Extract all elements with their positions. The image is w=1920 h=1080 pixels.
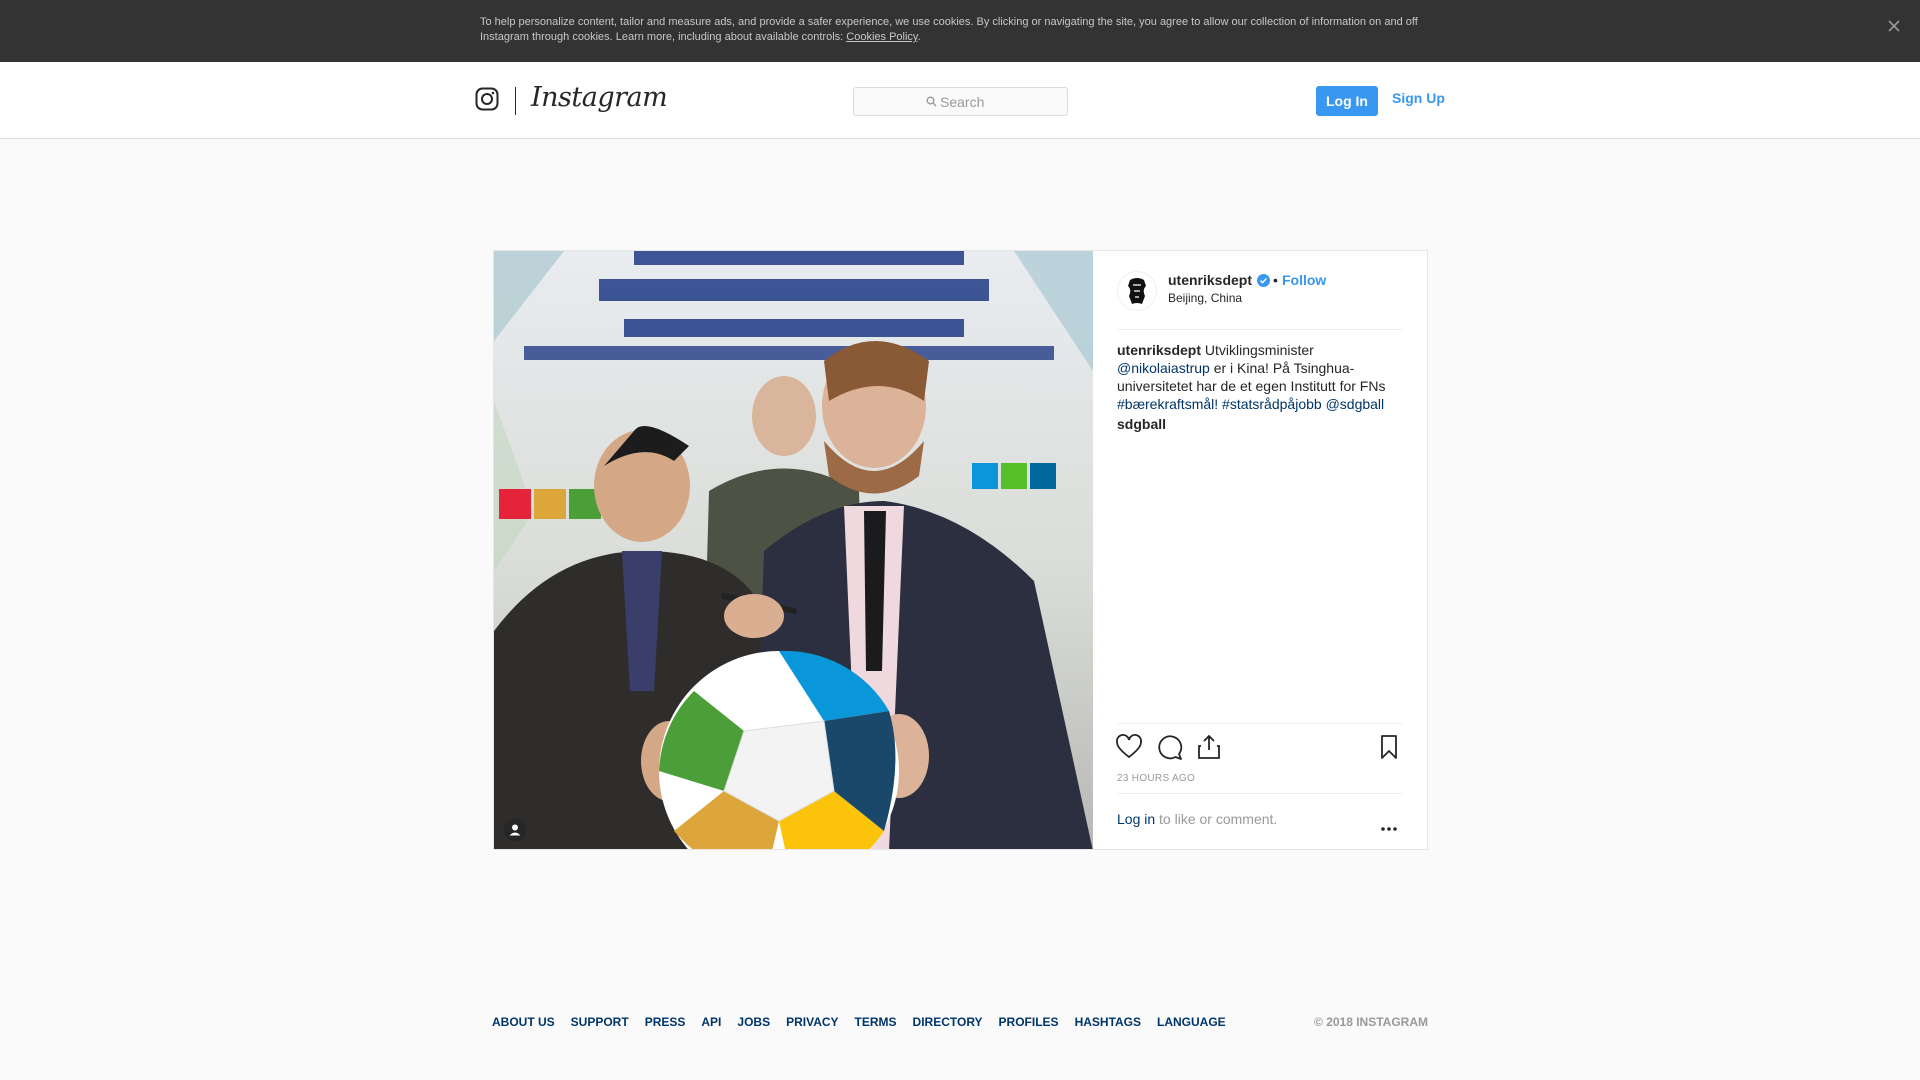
post-username[interactable]: utenriksdept xyxy=(1168,272,1252,288)
post-card: utenriksdept • Follow Beijing, China ute… xyxy=(493,250,1428,850)
cookies-policy-link[interactable]: Cookies Policy xyxy=(846,31,917,43)
user-tag-icon[interactable] xyxy=(504,819,526,841)
search-input[interactable] xyxy=(940,92,1060,112)
footer-link-hashtags[interactable]: HASHTAGS xyxy=(1075,1015,1141,1029)
copyright: © 2018 INSTAGRAM xyxy=(1314,1015,1428,1029)
login-link[interactable]: Log in xyxy=(1117,811,1155,827)
footer-link-api[interactable]: API xyxy=(701,1015,721,1029)
footer-link-support[interactable]: SUPPORT xyxy=(571,1015,629,1029)
footer-link-privacy[interactable]: PRIVACY xyxy=(786,1015,838,1029)
hashtag-link[interactable]: #statsrådpåjobb xyxy=(1222,396,1322,412)
divider xyxy=(1117,723,1403,724)
instagram-glyph-icon[interactable] xyxy=(475,87,499,111)
search-box[interactable] xyxy=(853,87,1068,116)
caption-username[interactable]: utenriksdept xyxy=(1117,342,1201,358)
more-options-icon[interactable] xyxy=(1379,819,1399,831)
footer-link-press[interactable]: PRESS xyxy=(645,1015,686,1029)
mention-link[interactable]: @sdgball xyxy=(1326,396,1385,412)
signup-link[interactable]: Sign Up xyxy=(1392,90,1445,106)
follow-button[interactable]: Follow xyxy=(1282,272,1326,288)
heart-icon[interactable] xyxy=(1115,733,1143,761)
hashtag-link[interactable]: #bærekraftsmål! xyxy=(1117,396,1218,412)
logo-divider xyxy=(515,87,516,115)
footer-link-about[interactable]: ABOUT US xyxy=(492,1015,555,1029)
top-nav: Instagram Log In Sign Up xyxy=(0,62,1920,139)
avatar[interactable] xyxy=(1117,271,1157,311)
post-sidebar: utenriksdept • Follow Beijing, China ute… xyxy=(1093,251,1427,849)
login-button[interactable]: Log In xyxy=(1316,86,1378,116)
comment-line: sdgball xyxy=(1117,416,1167,432)
post-photo[interactable] xyxy=(494,251,1093,849)
comment-icon[interactable] xyxy=(1155,733,1183,761)
bookmark-icon[interactable] xyxy=(1375,733,1403,761)
divider xyxy=(1117,329,1403,330)
search-icon xyxy=(926,96,937,107)
cookie-banner: To help personalize content, tailor and … xyxy=(0,0,1920,62)
footer-nav: ABOUT US SUPPORT PRESS API JOBS PRIVACY … xyxy=(492,1015,1226,1029)
close-icon[interactable] xyxy=(1884,16,1904,36)
post-caption: utenriksdept Utviklingsminister @nikolai… xyxy=(1117,342,1386,412)
share-icon[interactable] xyxy=(1195,733,1223,761)
separator-dot: • xyxy=(1273,272,1278,288)
verified-badge-icon xyxy=(1257,274,1270,287)
cookie-banner-text: To help personalize content, tailor and … xyxy=(480,16,1418,43)
login-prompt: Log in to like or comment. xyxy=(1117,811,1278,827)
footer-link-terms[interactable]: TERMS xyxy=(855,1015,897,1029)
footer-link-profiles[interactable]: PROFILES xyxy=(999,1015,1059,1029)
footer-link-language[interactable]: LANGUAGE xyxy=(1157,1015,1226,1029)
footer-link-jobs[interactable]: JOBS xyxy=(737,1015,770,1029)
divider xyxy=(1117,793,1403,794)
mention-link[interactable]: @nikolaiastrup xyxy=(1117,360,1210,376)
footer-link-directory[interactable]: DIRECTORY xyxy=(913,1015,983,1029)
post-timestamp[interactable]: 23 HOURS AGO xyxy=(1117,773,1195,784)
post-location[interactable]: Beijing, China xyxy=(1168,291,1242,305)
instagram-wordmark[interactable]: Instagram xyxy=(531,82,668,113)
